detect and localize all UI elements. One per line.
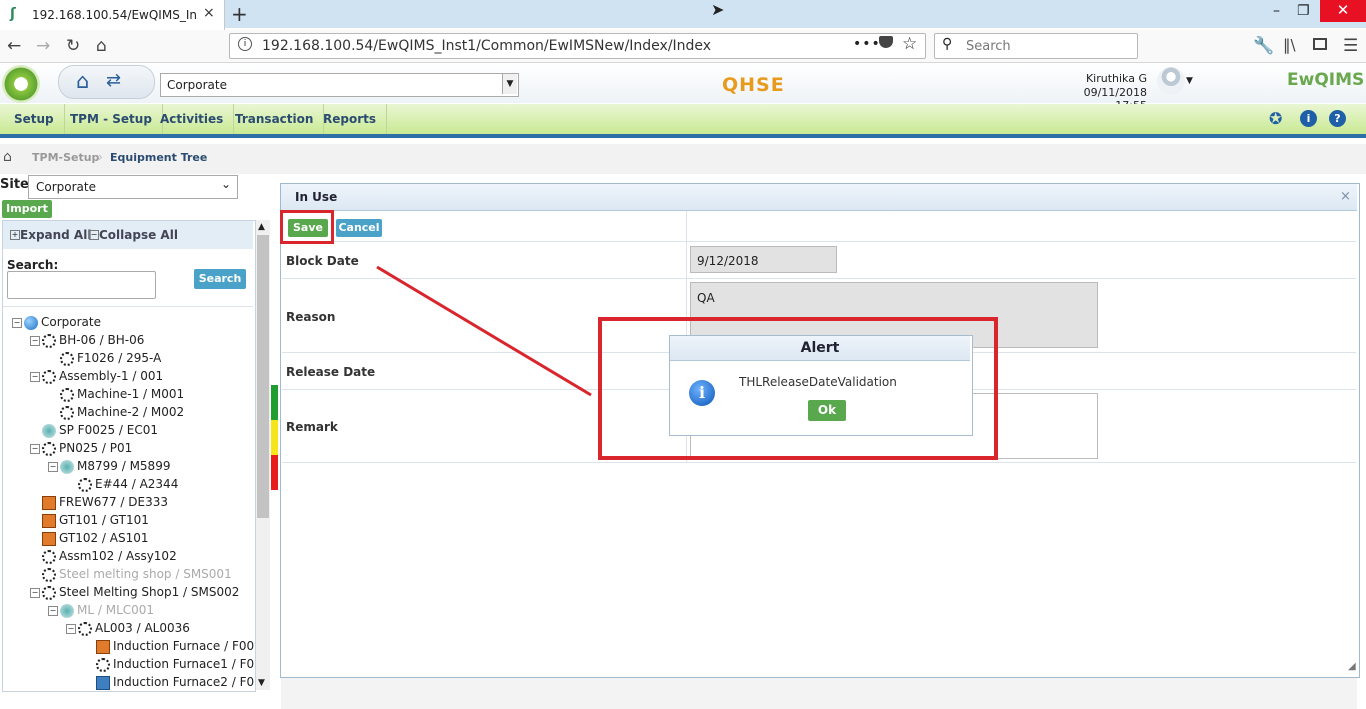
- alert-title: Alert: [670, 336, 970, 361]
- alert-ok-button[interactable]: Ok: [808, 400, 846, 421]
- alert-message: THLReleaseDateValidation: [739, 375, 897, 389]
- info-icon: i: [689, 380, 715, 406]
